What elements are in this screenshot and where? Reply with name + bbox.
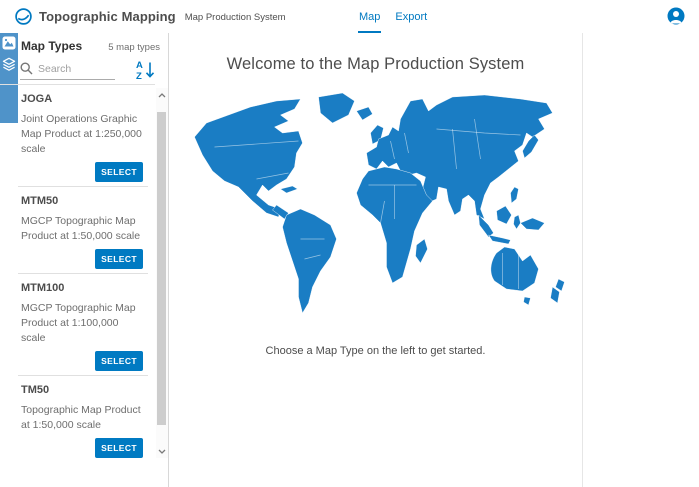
map-type-description: MGCP Topographic Map Product at 1:100,00… [21, 301, 143, 346]
app-header: Topographic Mapping Map Production Syste… [0, 0, 699, 33]
map-type-description: MGCP Topographic Map Product at 1:50,000… [21, 214, 143, 244]
svg-text:Z: Z [136, 71, 142, 81]
map-type-name: TM50 [21, 384, 145, 397]
app-logo-icon [15, 8, 32, 25]
search-icon [20, 62, 33, 75]
map-type-description: Joint Operations Graphic Map Product at … [21, 112, 143, 157]
select-button-tm50[interactable]: SELECT [95, 438, 143, 458]
map-type-list: JOGA Joint Operations Graphic Map Produc… [0, 84, 155, 458]
map-tool-icon[interactable] [2, 36, 16, 50]
select-button-mtm50[interactable]: SELECT [95, 249, 143, 269]
map-type-item-mtm50: MTM50 MGCP Topographic Map Product at 1:… [18, 187, 148, 274]
scroll-down-icon[interactable] [156, 444, 168, 458]
search-input[interactable] [38, 63, 110, 75]
map-type-name: MTM50 [21, 195, 145, 208]
welcome-panel: Welcome to the Map Production System [169, 33, 583, 487]
app-title: Topographic Mapping [39, 9, 176, 24]
map-type-count: 5 map types [108, 42, 160, 53]
app-subtitle: Map Production System [185, 12, 286, 23]
search-box [20, 58, 115, 80]
scrollbar-thumb[interactable] [157, 112, 166, 425]
main-content: Welcome to the Map Production System [169, 33, 699, 487]
map-type-description: Topographic Map Product at 1:50,000 scal… [21, 403, 143, 433]
svg-text:A: A [136, 60, 143, 71]
sort-a-z-icon[interactable]: A Z [135, 59, 156, 81]
nav-tab-export[interactable]: Export [394, 0, 428, 33]
map-type-name: JOGA [21, 93, 145, 106]
map-type-name: MTM100 [21, 282, 145, 295]
user-account-icon[interactable] [667, 7, 685, 25]
map-type-item-mtm100: MTM100 MGCP Topographic Map Product at 1… [18, 274, 148, 376]
sidebar: Map Types 5 map types A Z JOGA Joint Ope… [0, 33, 169, 487]
list-scrollbar[interactable] [156, 88, 168, 458]
panel-title: Map Types [21, 39, 82, 53]
welcome-heading: Welcome to the Map Production System [169, 55, 582, 74]
scroll-up-icon[interactable] [156, 88, 168, 102]
top-nav: Map Export [358, 0, 428, 33]
nav-tab-map[interactable]: Map [358, 0, 381, 33]
brand: Topographic Mapping Map Production Syste… [15, 0, 286, 33]
map-type-item-tm50: TM50 Topographic Map Product at 1:50,000… [18, 376, 148, 458]
layers-icon[interactable] [2, 57, 16, 71]
map-type-item-joga: JOGA Joint Operations Graphic Map Produc… [18, 85, 148, 187]
helper-text: Choose a Map Type on the left to get sta… [169, 345, 582, 357]
select-button-joga[interactable]: SELECT [95, 162, 143, 182]
map-production-app: Topographic Mapping Map Production Syste… [0, 0, 699, 487]
world-map-graphic [183, 89, 568, 321]
select-button-mtm100[interactable]: SELECT [95, 351, 143, 371]
